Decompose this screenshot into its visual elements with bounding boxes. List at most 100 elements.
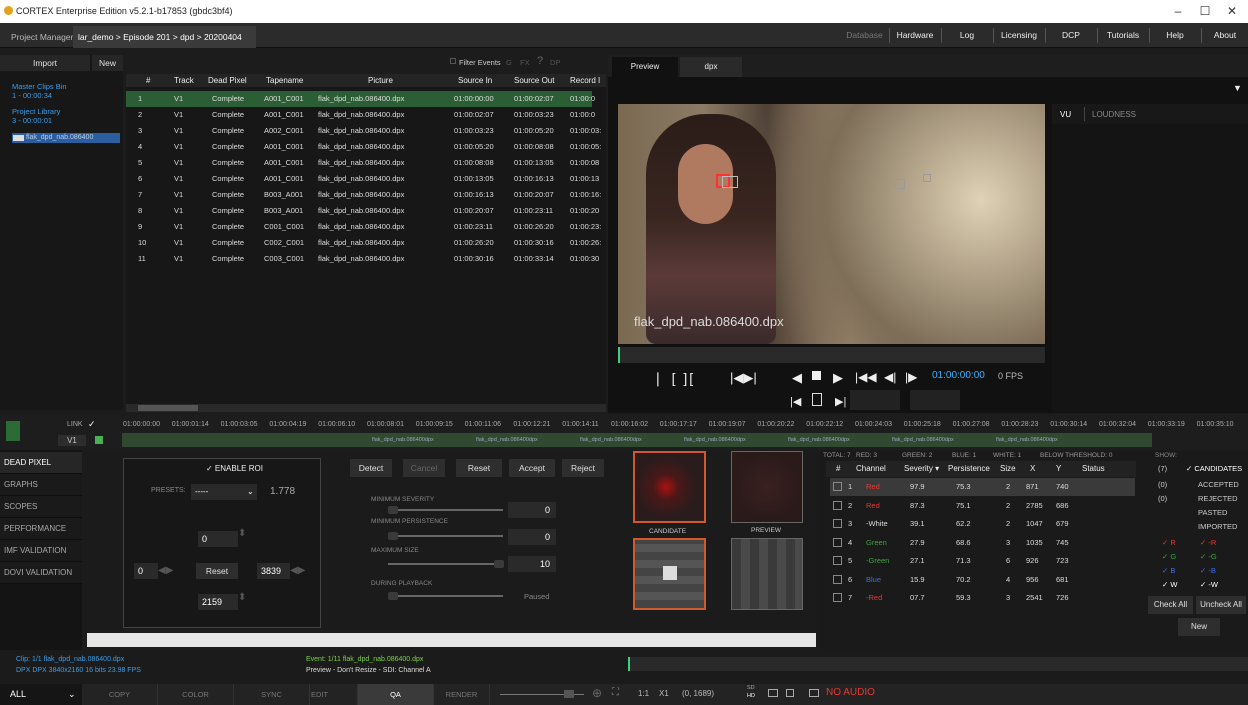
show-imported[interactable]: IMPORTED (1198, 522, 1237, 531)
table-row[interactable]: 6 V1 Complete A001_C001 flak_dpd_nab.086400.… (126, 171, 599, 187)
results-row[interactable]: 6 Blue 15.9 70.2 4 956 681 (830, 571, 1135, 589)
res-col-channel[interactable]: Channel (856, 462, 886, 475)
roi-right-field[interactable]: 3839 (257, 563, 290, 579)
table-row[interactable]: 7 V1 Complete B003_A001 flak_dpd_nab.086400.… (126, 187, 601, 203)
show-neg-b[interactable]: ✓ -B (1200, 566, 1216, 575)
results-row[interactable]: 3 -White 39.1 62.2 2 1047 679 (830, 515, 1135, 533)
show-neg-w[interactable]: ✓ -W (1200, 580, 1218, 589)
zoom-level[interactable]: 1:1 (638, 689, 649, 698)
preview-thumbnail[interactable] (731, 451, 803, 523)
tab-qa[interactable]: QA (358, 684, 434, 705)
presets-dropdown[interactable]: ----- ⌄ (191, 484, 257, 500)
col-picture[interactable]: Picture (368, 74, 393, 87)
res-col-size[interactable]: Size (1000, 462, 1016, 475)
timeline-clip[interactable]: flak_dpd_nab.086400dpx (580, 437, 642, 443)
min-severity-value[interactable]: 0 (508, 502, 556, 518)
step-icon[interactable]: |◀▶| (730, 370, 757, 386)
check-all-button[interactable]: Check All (1148, 596, 1193, 614)
menu-database[interactable]: Database (843, 28, 886, 43)
candidate-zoom-thumbnail[interactable] (633, 538, 706, 610)
show-r[interactable]: ✓ R (1162, 538, 1176, 547)
res-col-severity[interactable]: Severity ▾ (904, 462, 939, 475)
roi-bottom-stepper[interactable]: ⬍ (238, 592, 246, 603)
sidebar-dead-pixel[interactable]: DEAD PIXEL (0, 452, 82, 474)
cancel-button[interactable]: Cancel (403, 459, 445, 477)
row-checkbox[interactable] (833, 537, 842, 547)
tab-render[interactable]: RENDER (434, 684, 490, 705)
results-row[interactable]: 7 -Red 07.7 59.3 3 2541 726 (830, 589, 1135, 607)
table-row[interactable]: 11 V1 Complete C003_C001 flak_dpd_nab.086400… (126, 251, 599, 267)
min-severity-knob[interactable] (388, 506, 398, 514)
prev-frame-icon[interactable]: ◀| (884, 370, 896, 384)
window-icon[interactable] (786, 689, 794, 697)
close-button[interactable]: ✕ (1219, 3, 1245, 19)
sidebar-scopes[interactable]: SCOPES (0, 496, 82, 518)
tab-dpx[interactable]: dpx (680, 57, 742, 77)
uncheck-all-button[interactable]: Uncheck All (1196, 596, 1246, 614)
table-row[interactable]: 2 V1 Complete A001_C001 flak_dpd_nab.086400.… (126, 107, 595, 123)
tab-project-manager[interactable]: Project Manager (6, 26, 78, 48)
enable-roi-checkbox[interactable]: ✓ ENABLE ROI (206, 464, 263, 473)
rewind-icon[interactable]: ◀ (792, 370, 802, 386)
row-checkbox[interactable] (833, 556, 842, 565)
min-persistence-knob[interactable] (388, 532, 398, 540)
col-dead-pixel[interactable]: Dead Pixel (208, 74, 247, 87)
tab-vu[interactable]: VU (1060, 110, 1071, 119)
roi-top-stepper[interactable]: ⬍ (238, 529, 246, 539)
col-source-in[interactable]: Source In (458, 74, 492, 87)
candidate-thumbnail[interactable] (633, 451, 706, 523)
panel-menu-icon[interactable]: ▼ (1233, 83, 1242, 93)
table-row[interactable]: 1 V1 Complete A001_C001 flak_dpd_nab.086400.… (126, 91, 595, 107)
show-g[interactable]: ✓ G (1162, 552, 1176, 561)
dp-toggle[interactable]: DP (550, 58, 560, 67)
timeline-clip[interactable]: flak_dpd_nab.086400dpx (892, 437, 954, 443)
menu-licensing[interactable]: Licensing (997, 28, 1041, 43)
results-row[interactable]: 2 Red 87.3 75.1 2 2785 686 (830, 497, 1135, 515)
table-row[interactable]: 10 V1 Complete C002_C001 flak_dpd_nab.086400… (126, 235, 601, 251)
col-source-out[interactable]: Source Out (514, 74, 554, 87)
new-button[interactable]: New (1178, 618, 1220, 636)
table-row[interactable]: 5 V1 Complete A001_C001 flak_dpd_nab.086400.… (126, 155, 599, 171)
during-playback-slider[interactable] (388, 595, 503, 597)
table-row[interactable]: 4 V1 Complete A001_C001 flak_dpd_nab.086400.… (126, 139, 601, 155)
track-toggle[interactable] (6, 421, 20, 441)
col-track[interactable]: Track (174, 74, 194, 87)
timeline-clip[interactable]: flak_dpd_nab.086400dpx (788, 437, 850, 443)
roi-right-stepper[interactable]: ◀▶ (290, 565, 305, 576)
row-checkbox[interactable] (833, 593, 842, 602)
first-icon[interactable]: |◀ (790, 395, 801, 408)
scope-dropdown[interactable]: ALL ⌄ (0, 684, 82, 705)
next-frame-icon[interactable]: |▶ (905, 370, 917, 384)
show-b[interactable]: ✓ B (1162, 566, 1175, 575)
new-bin-button[interactable]: New (92, 55, 123, 71)
sidebar-imf-validation[interactable]: IMF VALIDATION (0, 540, 82, 562)
zoom-multiplier[interactable]: X1 (659, 689, 669, 698)
col-record-in[interactable]: Record I (570, 74, 600, 87)
show-candidates[interactable]: ✓ CANDIDATES (1186, 464, 1242, 473)
table-row[interactable]: 3 V1 Complete A002_C001 flak_dpd_nab.086400.… (126, 123, 601, 139)
menu-about[interactable]: About (1205, 28, 1245, 43)
timeline-clip[interactable]: flak_dpd_nab.086400dpx (684, 437, 746, 443)
timeline-clip[interactable]: flak_dpd_nab.086400dpx (372, 437, 434, 443)
reject-button[interactable]: Reject (562, 459, 604, 477)
tab-edit[interactable]: EDIT (282, 684, 358, 705)
link-check[interactable]: ✓ (88, 419, 96, 430)
bin-project-library[interactable]: Project Library 3 - 00:00:01 (12, 107, 60, 125)
results-row[interactable]: 4 Green 27.9 68.6 3 1035 745 (830, 534, 1135, 552)
roi-left-field[interactable]: 0 (134, 563, 158, 579)
display-icon[interactable] (809, 689, 819, 697)
col-num[interactable]: # (146, 74, 150, 87)
import-button[interactable]: Import (0, 55, 90, 71)
show-rejected[interactable]: REJECTED (1198, 494, 1238, 503)
tab-loudness[interactable]: LOUDNESS (1092, 110, 1136, 119)
tab-color[interactable]: COLOR (158, 684, 234, 705)
tab-copy[interactable]: COPY (82, 684, 158, 705)
play-icon[interactable]: ▶ (833, 370, 843, 386)
res-col-status[interactable]: Status (1082, 462, 1105, 475)
timeline-clip[interactable]: flak_dpd_nab.086400dpx (996, 437, 1058, 443)
table-row[interactable]: 8 V1 Complete B003_A001 flak_dpd_nab.086400.… (126, 203, 599, 219)
preview-zoom-thumbnail[interactable] (731, 538, 803, 610)
roi-reset-button[interactable]: Reset (196, 563, 238, 579)
res-col-y[interactable]: Y (1056, 462, 1061, 475)
menu-dcp[interactable]: DCP (1049, 28, 1093, 43)
